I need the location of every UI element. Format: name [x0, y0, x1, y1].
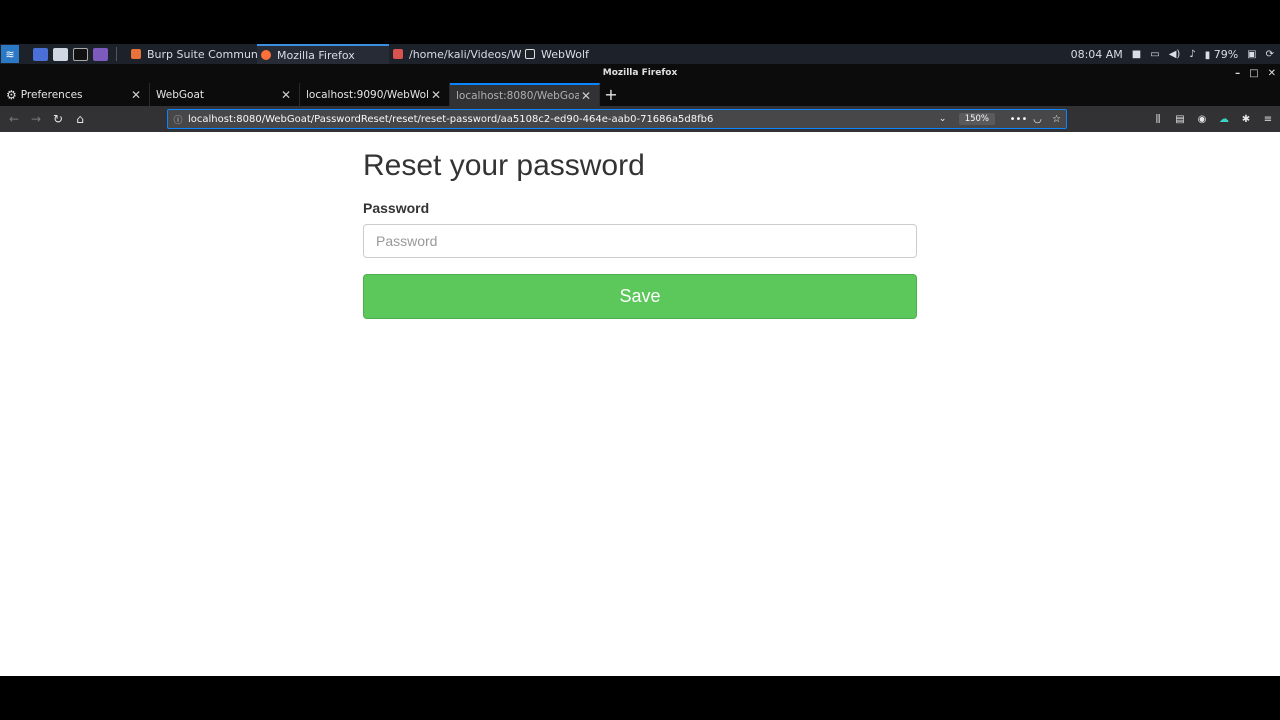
tab-webgoat[interactable]: WebGoat ✕ [150, 83, 300, 106]
burp-icon [131, 49, 141, 59]
clock[interactable]: 08:04 AM [1071, 48, 1123, 61]
maximize-icon[interactable]: □ [1249, 64, 1258, 83]
app-icon[interactable] [93, 47, 108, 61]
task-label: Mozilla Firefox [277, 48, 355, 62]
password-field[interactable] [363, 224, 917, 258]
cloud-icon[interactable]: ☁ [1216, 110, 1232, 128]
quick-launch [33, 47, 108, 61]
lock-icon[interactable]: ▣ [1247, 49, 1256, 60]
page-actions-icon[interactable]: ••• [1009, 114, 1028, 125]
desktop-icon[interactable] [33, 47, 48, 61]
letterbox-top [0, 0, 1280, 44]
back-button[interactable]: ← [3, 108, 25, 130]
tab-close-icon[interactable]: ✕ [429, 88, 443, 102]
task-webwolf[interactable]: WebWolf [521, 44, 641, 64]
reload-button[interactable]: ↻ [47, 108, 69, 130]
navigation-toolbar: ← → ↻ ⌂ ⓘ localhost:8080/WebGoat/Passwor… [0, 106, 1280, 132]
taskbar-separator [116, 47, 117, 61]
tab-password-reset[interactable]: localhost:8080/WebGoat/P ✕ [450, 83, 600, 106]
firefox-icon [261, 50, 271, 60]
terminal-icon[interactable] [73, 47, 88, 61]
zoom-indicator[interactable]: 150% [958, 113, 995, 125]
camera-icon[interactable]: ■ [1132, 49, 1141, 60]
window-controls: – □ ✕ [1235, 64, 1276, 83]
tab-webwolf[interactable]: localhost:9090/WebWolf/re ✕ [300, 83, 450, 106]
library-icon[interactable]: ⫼ [1150, 110, 1166, 128]
info-icon[interactable]: ⓘ [168, 113, 188, 126]
desktop-taskbar: ≋ Burp Suite Community E... Mozilla Fire… [0, 44, 1280, 64]
window-title: Mozilla Firefox [602, 68, 678, 78]
tab-close-icon[interactable]: ✕ [279, 88, 293, 102]
volume-icon[interactable]: ◀) [1169, 49, 1181, 60]
tab-label: WebGoat [156, 88, 205, 101]
app-menu-icon[interactable]: ≋ [1, 45, 19, 63]
star-icon[interactable]: ☆ [1047, 114, 1066, 125]
tab-strip: ⚙ Preferences ✕ WebGoat ✕ localhost:9090… [0, 83, 1280, 106]
tab-close-icon[interactable]: ✕ [129, 88, 143, 102]
bell-icon[interactable]: ♪ [1189, 49, 1195, 60]
forward-button[interactable]: → [25, 108, 47, 130]
reset-password-form: Reset your password Password Save [363, 132, 917, 319]
tab-label: localhost:8080/WebGoat/P [456, 89, 579, 102]
file-manager-icon[interactable] [53, 47, 68, 61]
page-title: Reset your password [363, 149, 645, 182]
minimize-icon[interactable]: – [1235, 64, 1240, 83]
page-content: Reset your password Password Save [0, 132, 1280, 676]
system-tray: 08:04 AM ■ ▭ ◀) ♪ ▮ 79% ▣ ⟳ [1071, 48, 1280, 61]
power-icon[interactable]: ⟳ [1266, 49, 1274, 60]
folder-icon [393, 49, 403, 59]
menu-icon[interactable]: ≡ [1260, 110, 1276, 128]
tab-label: localhost:9090/WebWolf/re [306, 88, 429, 101]
task-label: /home/kali/Videos/Web... [409, 47, 521, 61]
window-titlebar: Mozilla Firefox – □ ✕ [0, 64, 1280, 83]
task-folder[interactable]: /home/kali/Videos/Web... [389, 44, 521, 64]
display-icon[interactable]: ▭ [1150, 49, 1159, 60]
task-label: WebWolf [541, 47, 589, 61]
battery-indicator[interactable]: ▮ 79% [1205, 48, 1238, 61]
extension-icon[interactable]: ✱ [1238, 110, 1254, 128]
new-tab-button[interactable]: + [600, 83, 622, 106]
account-icon[interactable]: ◉ [1194, 110, 1210, 128]
password-label: Password [363, 200, 430, 216]
url-text[interactable]: localhost:8080/WebGoat/PasswordReset/res… [188, 114, 933, 125]
battery-level: 79% [1213, 47, 1239, 61]
chevron-down-icon[interactable]: ⌄ [933, 114, 953, 124]
close-icon[interactable]: ✕ [1268, 64, 1276, 83]
sidebar-icon[interactable]: ▤ [1172, 110, 1188, 128]
task-burp-suite[interactable]: Burp Suite Community E... [127, 44, 257, 64]
task-firefox[interactable]: Mozilla Firefox [257, 44, 389, 64]
window-icon [525, 49, 535, 59]
url-bar[interactable]: ⓘ localhost:8080/WebGoat/PasswordReset/r… [167, 109, 1067, 129]
tab-preferences[interactable]: ⚙ Preferences ✕ [0, 83, 150, 106]
battery-icon: ▮ [1204, 49, 1211, 61]
gear-icon: ⚙ [6, 87, 17, 102]
home-button[interactable]: ⌂ [69, 108, 91, 130]
tab-close-icon[interactable]: ✕ [579, 89, 593, 103]
letterbox-bottom [0, 676, 1280, 720]
tab-label: Preferences [20, 88, 83, 101]
save-button[interactable]: Save [363, 274, 917, 319]
pocket-icon[interactable]: ◡ [1028, 114, 1047, 125]
task-label: Burp Suite Community E... [147, 47, 257, 61]
toolbar-icons: ⫼ ▤ ◉ ☁ ✱ ≡ [1150, 110, 1276, 128]
